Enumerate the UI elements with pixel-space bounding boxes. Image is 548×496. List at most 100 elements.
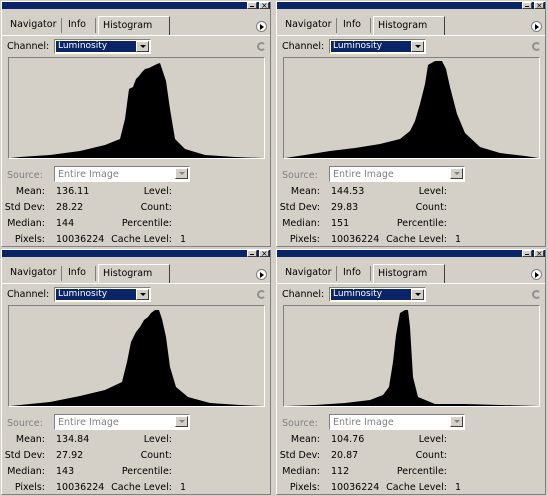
close-icon[interactable] <box>534 2 544 10</box>
cache-level-label: Cache Level: <box>111 234 172 245</box>
tab-histogram[interactable]: Histogram <box>373 264 445 283</box>
histogram-graph <box>8 305 265 407</box>
histogram-graph <box>283 305 540 407</box>
source-value: Entire Image <box>58 169 119 180</box>
source-label: Source: <box>7 418 43 429</box>
std-dev-label: Std Dev: <box>279 450 320 461</box>
dropdown-arrow-icon[interactable] <box>136 41 149 52</box>
histogram-panel-1: Navigator Info Histogram Channel: Lumino… <box>1 1 271 247</box>
refresh-icon[interactable] <box>257 290 266 299</box>
std-dev-label: Std Dev: <box>4 202 45 213</box>
histogram-panel-2: Navigator Info Histogram Channel: Lumino… <box>276 1 546 247</box>
pixels-value: 10036224 <box>56 482 105 493</box>
palette-titlebar[interactable] <box>2 2 270 10</box>
tab-navigator[interactable]: Navigator <box>281 18 337 33</box>
level-label: Level: <box>418 434 447 445</box>
source-value: Entire Image <box>333 169 394 180</box>
refresh-icon[interactable] <box>532 42 541 51</box>
pixels-label: Pixels: <box>14 234 45 245</box>
palette-menu-icon[interactable] <box>531 21 542 32</box>
dropdown-arrow-icon <box>450 168 463 179</box>
palette-menu-icon[interactable] <box>256 269 267 280</box>
minimize-icon[interactable] <box>247 250 257 257</box>
refresh-icon[interactable] <box>532 290 541 299</box>
percentile-label: Percentile: <box>396 218 447 229</box>
mean-label: Mean: <box>15 434 45 445</box>
median-label: Median: <box>282 466 320 477</box>
source-select: Entire Image <box>54 414 190 430</box>
pixels-value: 10036224 <box>331 482 380 493</box>
median-value: 112 <box>331 466 350 477</box>
pixels-label: Pixels: <box>14 482 45 493</box>
mean-label: Mean: <box>15 186 45 197</box>
channel-select[interactable]: Luminosity <box>329 39 426 54</box>
tab-info[interactable]: Info <box>339 18 371 33</box>
source-select: Entire Image <box>54 166 190 182</box>
tab-strip: Navigator Info Histogram <box>277 257 545 284</box>
pixels-value: 10036224 <box>56 234 105 245</box>
channel-select[interactable]: Luminosity <box>329 287 426 302</box>
cache-level-value: 1 <box>455 482 462 493</box>
pixels-value: 10036224 <box>331 234 380 245</box>
minimize-icon[interactable] <box>247 2 257 9</box>
dropdown-arrow-icon[interactable] <box>411 41 424 52</box>
palette-menu-icon[interactable] <box>256 21 267 32</box>
channel-label: Channel: <box>7 289 50 300</box>
source-select: Entire Image <box>329 166 465 182</box>
percentile-label: Percentile: <box>121 218 172 229</box>
close-icon[interactable] <box>534 250 544 258</box>
mean-value: 144.53 <box>331 186 365 197</box>
channel-select[interactable]: Luminosity <box>54 39 151 54</box>
histogram-plot <box>285 310 539 406</box>
minimize-icon[interactable] <box>522 250 532 257</box>
tab-navigator[interactable]: Navigator <box>6 266 62 281</box>
tab-info[interactable]: Info <box>339 266 371 281</box>
median-value: 144 <box>56 218 75 229</box>
source-label: Source: <box>282 170 318 181</box>
palette-titlebar[interactable] <box>277 250 545 258</box>
dropdown-arrow-icon <box>175 416 188 427</box>
std-dev-value: 29.83 <box>331 202 359 213</box>
std-dev-value: 20.87 <box>331 450 359 461</box>
level-label: Level: <box>143 186 172 197</box>
tab-histogram[interactable]: Histogram <box>373 16 445 35</box>
channel-select[interactable]: Luminosity <box>54 287 151 302</box>
pixels-label: Pixels: <box>289 482 320 493</box>
dropdown-arrow-icon[interactable] <box>136 289 149 300</box>
tab-info[interactable]: Info <box>64 18 96 33</box>
close-icon[interactable] <box>259 2 269 10</box>
tab-strip: Navigator Info Histogram <box>277 9 545 36</box>
minimize-icon[interactable] <box>522 2 532 9</box>
dropdown-arrow-icon[interactable] <box>411 289 424 300</box>
palette-titlebar[interactable] <box>2 250 270 258</box>
std-dev-label: Std Dev: <box>279 202 320 213</box>
level-label: Level: <box>143 434 172 445</box>
pixels-label: Pixels: <box>289 234 320 245</box>
level-label: Level: <box>418 186 447 197</box>
palette-menu-icon[interactable] <box>531 269 542 280</box>
channel-label: Channel: <box>7 41 50 52</box>
cache-level-value: 1 <box>180 482 187 493</box>
mean-label: Mean: <box>290 434 320 445</box>
tab-strip: Navigator Info Histogram <box>2 9 270 36</box>
cache-level-label: Cache Level: <box>386 482 447 493</box>
tab-navigator[interactable]: Navigator <box>6 18 62 33</box>
channel-label: Channel: <box>282 289 325 300</box>
source-value: Entire Image <box>58 417 119 428</box>
mean-value: 134.84 <box>56 434 90 445</box>
percentile-label: Percentile: <box>121 466 172 477</box>
tab-navigator[interactable]: Navigator <box>281 266 337 281</box>
tab-strip: Navigator Info Histogram <box>2 257 270 284</box>
histogram-panel-4: Navigator Info Histogram Channel: Lumino… <box>276 249 546 495</box>
cache-level-value: 1 <box>455 234 462 245</box>
median-label: Median: <box>282 218 320 229</box>
std-dev-value: 28.22 <box>56 202 84 213</box>
tab-histogram[interactable]: Histogram <box>98 16 170 35</box>
percentile-label: Percentile: <box>396 466 447 477</box>
tab-histogram[interactable]: Histogram <box>98 264 170 283</box>
close-icon[interactable] <box>259 250 269 258</box>
palette-titlebar[interactable] <box>277 2 545 10</box>
tab-info[interactable]: Info <box>64 266 96 281</box>
refresh-icon[interactable] <box>257 42 266 51</box>
histogram-panel-3: Navigator Info Histogram Channel: Lumino… <box>1 249 271 495</box>
